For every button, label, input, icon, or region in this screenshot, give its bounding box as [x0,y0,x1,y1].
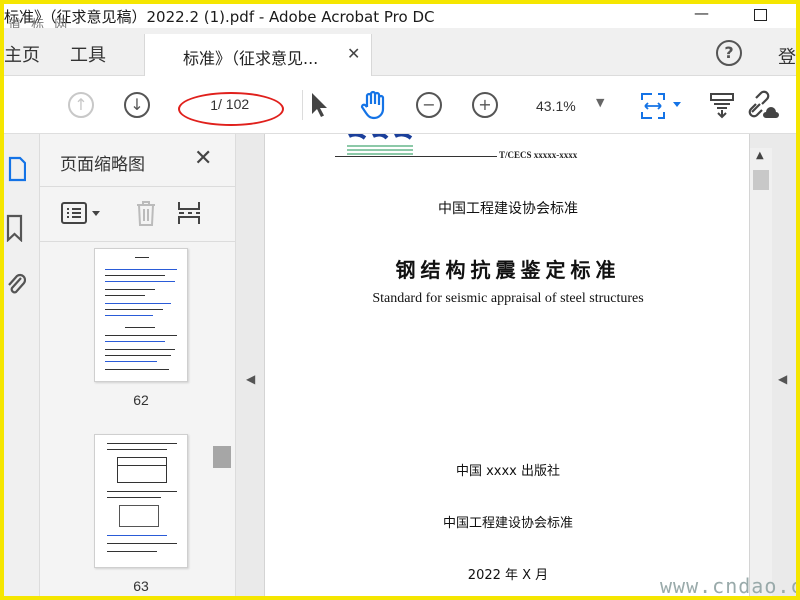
sign-in-link[interactable]: 登 [778,43,796,69]
thumbnail-label: 62 [133,392,149,408]
menu-home[interactable]: 主页 [4,41,40,67]
document-area: ◀ ◀ T/CECS xxxxx-xxxx 中国工程建设协会标准 钢结构抗震鉴定… [236,134,796,596]
zoom-dropdown[interactable]: 43.1% ▼ [524,96,614,118]
annotation-ellipse [178,92,284,126]
bookmark-icon[interactable] [6,214,24,242]
org-footer: 中国工程建设协会标准 [442,516,573,531]
menu-tools[interactable]: 工具 [70,41,106,67]
toolbar-divider [302,90,303,120]
help-icon[interactable]: ? [716,40,742,66]
read-mode-icon[interactable] [708,90,736,120]
page-thumbnails-icon[interactable] [8,156,26,182]
delete-icon[interactable] [134,199,158,227]
chevron-down-icon: ▼ [596,96,605,109]
thumbnail-page-63[interactable] [94,434,188,568]
app-window: 标准》（征求意见稿）2022.2 (1).pdf - Adobe Acrobat… [0,0,800,600]
panel-title: 页面缩略图 [60,155,145,175]
thumbnail-page-62[interactable] [94,248,188,382]
collapse-right-icon[interactable]: ◀ [778,372,787,386]
org-title: 中国工程建设协会标准 [438,201,578,217]
en-title: Standard for seismic appraisal of steel … [372,291,644,306]
cn-title: 钢结构抗震鉴定标准 [395,258,621,282]
document-scrollbar[interactable]: ▲ [750,148,772,596]
title-bar: 标准》（征求意见稿）2022.2 (1).pdf - Adobe Acrobat… [4,4,796,33]
menu-row: 主页 工具 标准》（征求意见... ✕ ? 登 [4,28,796,77]
publisher: 中国 xxxx 出版社 [455,464,561,479]
zoom-in-icon[interactable]: + [472,92,498,118]
share-link-icon[interactable] [746,90,780,120]
zoom-out-icon[interactable]: − [416,92,442,118]
ces-logo [343,134,419,156]
pdf-page: T/CECS xxxxx-xxxx 中国工程建设协会标准 钢结构抗震鉴定标准 S… [264,134,750,596]
scrollbar-thumb[interactable] [753,170,769,190]
thumbnails-panel: 页面缩略图 ✕ 62 63 [40,134,236,596]
attachment-icon[interactable] [6,270,26,298]
thumbnail-toolbar [40,186,236,242]
options-menu-icon[interactable] [60,201,104,225]
watermark-bottom: www.cndao.com [660,574,796,598]
document-tab-label: 标准》（征求意见... [183,49,319,68]
zoom-value: 43.1% [536,98,576,114]
select-cursor-icon[interactable] [310,92,328,118]
standard-code: T/CECS xxxxx-xxxx [499,150,578,160]
maximize-button[interactable] [754,9,767,21]
scroll-up-icon[interactable]: ▲ [756,150,764,161]
minimize-button[interactable]: — [694,4,709,22]
thumbnail-label: 63 [133,578,149,594]
hand-tool-icon[interactable] [358,90,388,120]
prev-page-icon[interactable]: ↑ [68,92,94,118]
standard-code-line [335,156,497,157]
fit-page-icon[interactable] [638,90,686,122]
document-tab[interactable]: 标准》（征求意见... ✕ [144,34,372,77]
close-tab-icon[interactable]: ✕ [347,44,360,63]
next-page-icon[interactable]: ↓ [124,92,150,118]
scrollbar-thumb[interactable] [213,446,231,468]
thumbnail-scrollbar[interactable] [213,242,233,596]
nav-strip [4,134,40,596]
toolbar: ↑ ↓ / 102 − + 43.1% ▼ [4,76,796,134]
collapse-left-icon[interactable]: ◀ [246,372,255,386]
close-panel-icon[interactable]: ✕ [194,146,212,171]
insert-page-icon[interactable] [176,199,202,227]
